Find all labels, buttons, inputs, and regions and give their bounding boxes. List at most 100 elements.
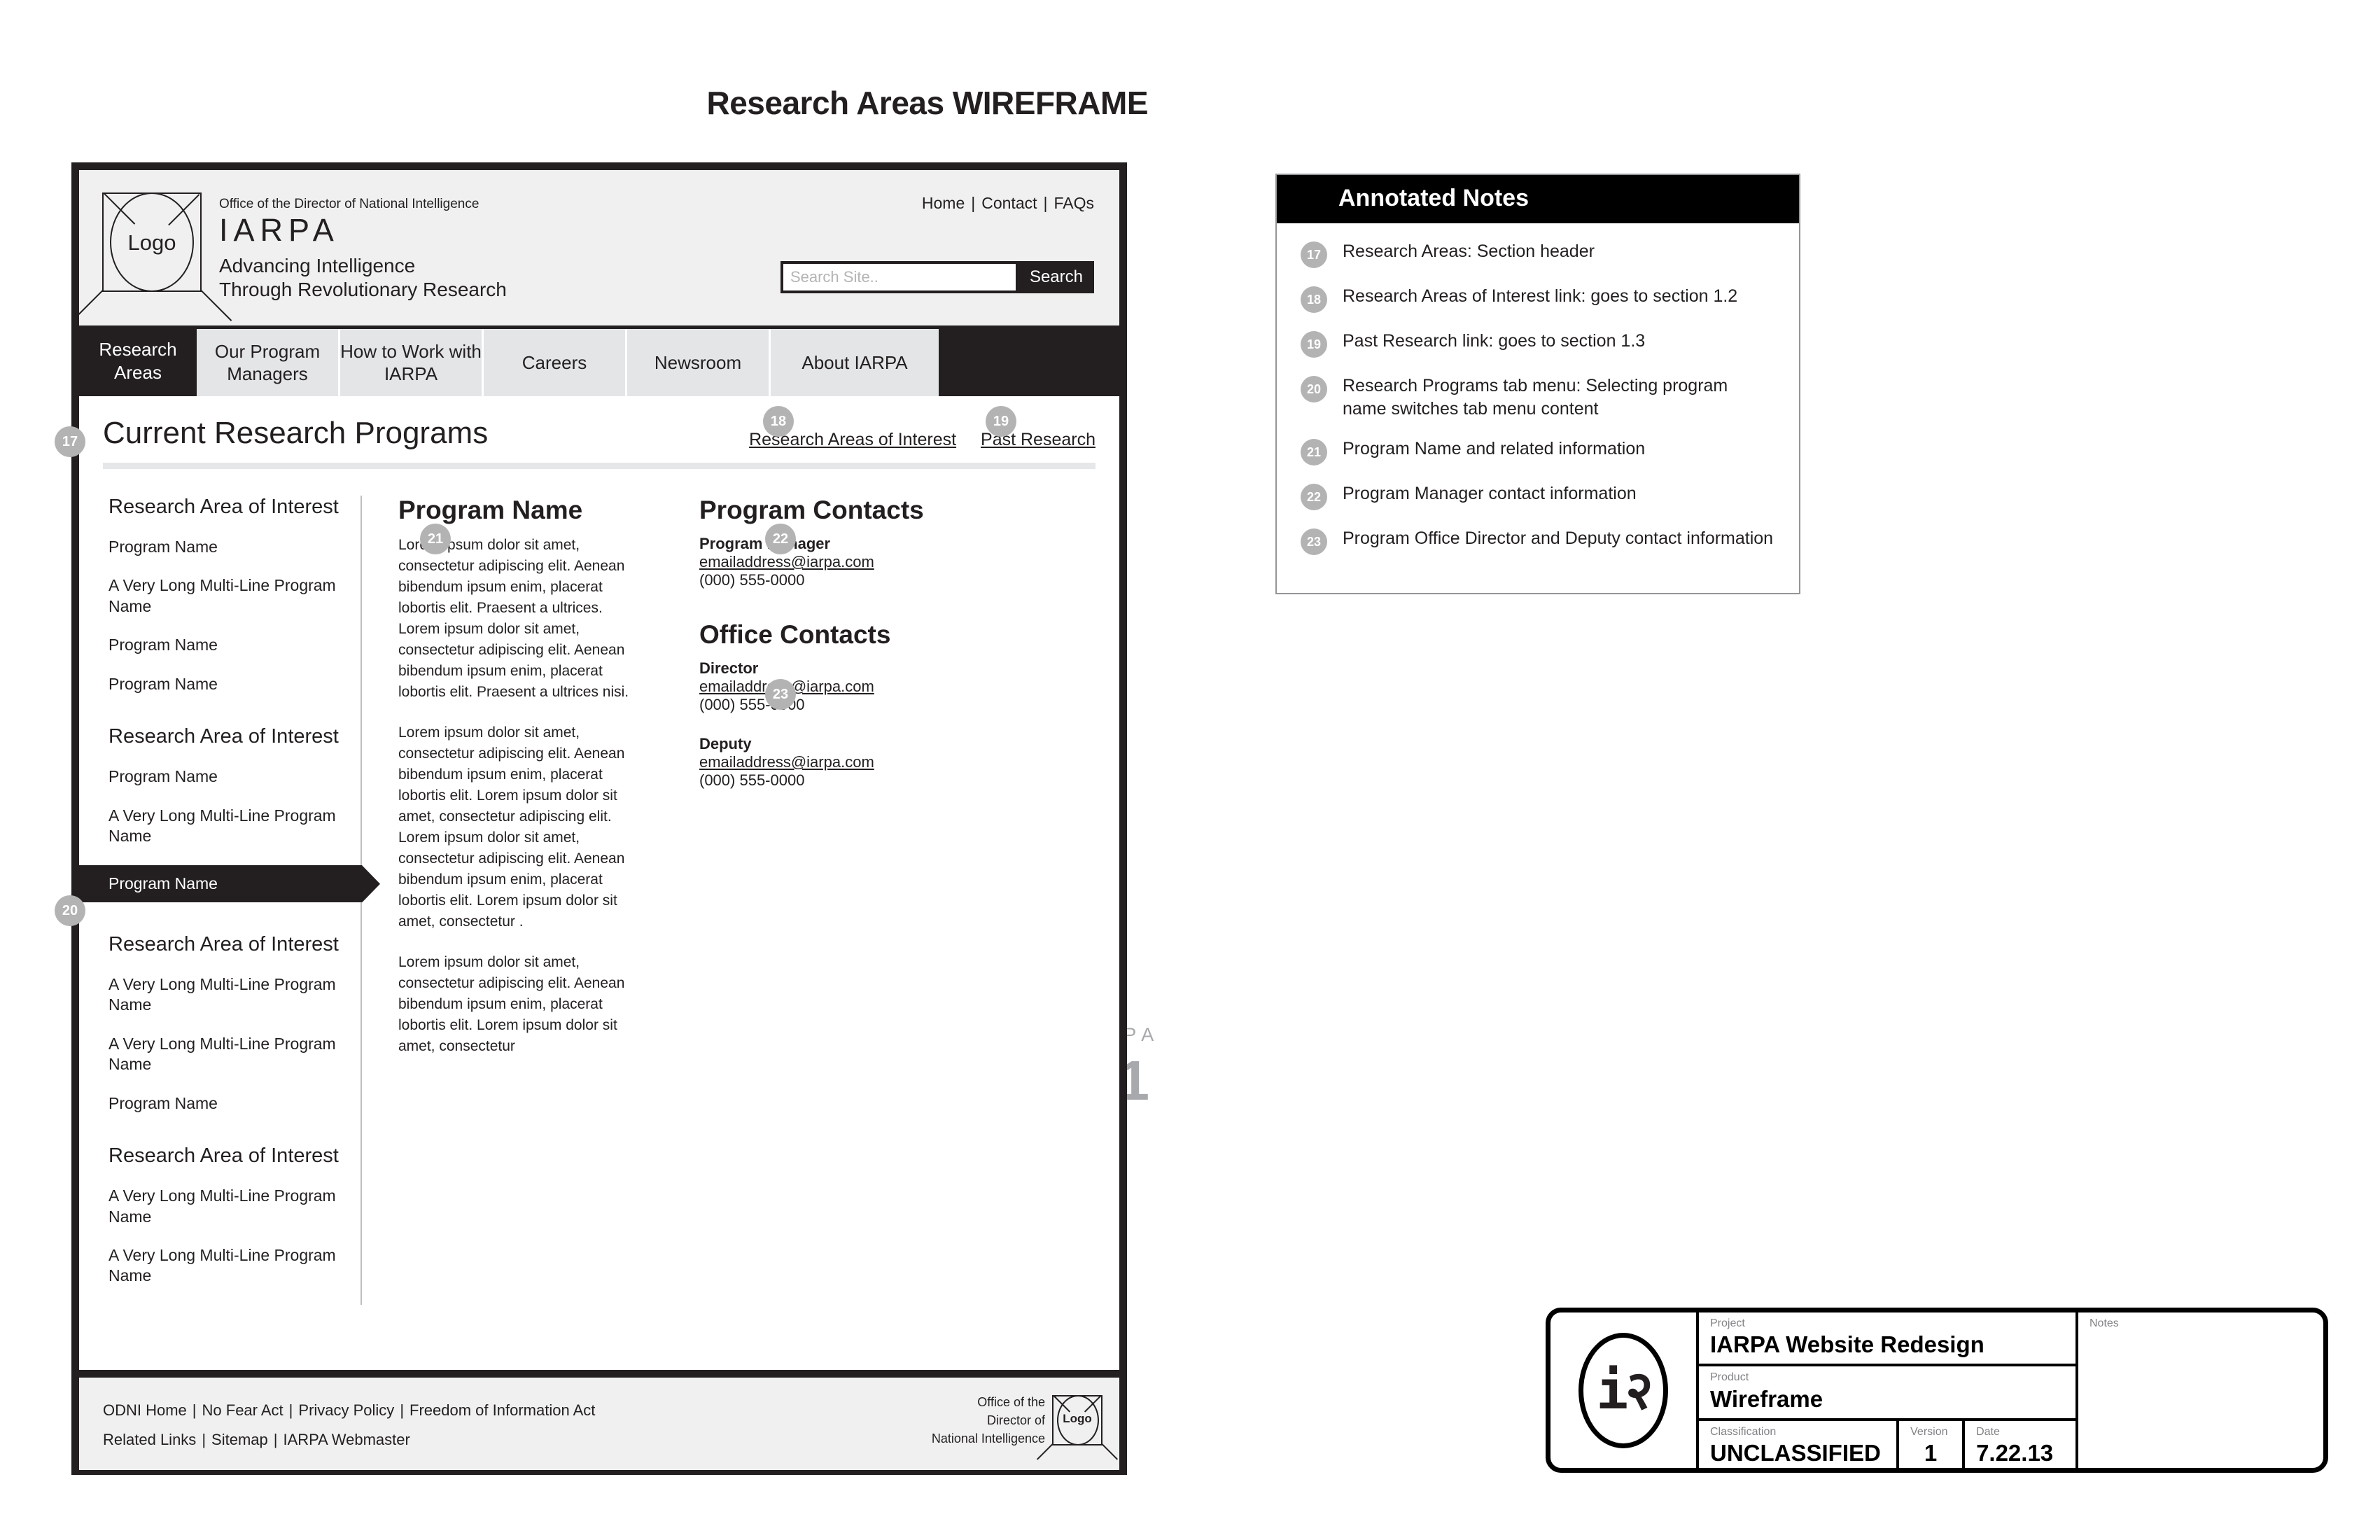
callout-23: 23: [765, 679, 796, 710]
sidebar-item-program[interactable]: Program Name: [108, 635, 352, 655]
contacts-column: Program Contacts Program Manager emailad…: [663, 496, 1055, 1305]
title-block-notes: Notes: [2078, 1312, 2323, 1468]
sidebar-item-program-selected[interactable]: Program Name: [79, 864, 380, 902]
date-value: 7.22.13: [1976, 1439, 2054, 1466]
footer-links-row2: Related Links | Sitemap | IARPA Webmaster: [103, 1425, 595, 1455]
contact-role: Program Manager: [699, 535, 831, 552]
footer-logo-placeholder: Logo: [1036, 1395, 1119, 1460]
footer-agency-text: Office of the Director of National Intel…: [932, 1393, 1045, 1448]
logo-diagonal-icon: [1101, 1443, 1119, 1460]
note-item: 19 Past Research link: goes to section 1…: [1301, 330, 1775, 358]
tab-newsroom[interactable]: Newsroom: [627, 329, 771, 396]
title-block-logo: i२: [1550, 1312, 1699, 1468]
callout-17: 17: [55, 426, 85, 457]
tab-how-to-work-with-iarpa[interactable]: How to Work with IARPA: [340, 329, 484, 396]
footer-agency: Office of the Director of National Intel…: [932, 1393, 1119, 1460]
sidebar-item-program-selected-label: Program Name: [108, 874, 218, 892]
program-paragraph: Lorem ipsum dolor sit amet, consectetur …: [398, 724, 625, 930]
footer-link-related-links[interactable]: Related Links: [103, 1431, 196, 1448]
contact-email-link[interactable]: emailaddress@iarpa.com: [699, 553, 1055, 571]
sidebar-item-program[interactable]: Program Name: [108, 674, 352, 694]
program-contacts-heading: Program Contacts: [699, 496, 924, 524]
site-logo-placeholder: Logo: [71, 192, 232, 321]
contact-phone: (000) 555-0000: [699, 571, 805, 589]
sidebar-item-program[interactable]: Program Name: [108, 537, 352, 557]
contact-email-link[interactable]: emailaddress@iarpa.com: [699, 678, 1055, 696]
title-block: i२ Project IARPA Website Redesign Produc…: [1546, 1308, 2328, 1473]
main-content: Current Research Programs Research Areas…: [79, 396, 1119, 1370]
site-logo-label: Logo: [127, 230, 176, 255]
footer-link-odni-home[interactable]: ODNI Home: [103, 1401, 187, 1419]
sidebar-item-program[interactable]: A Very Long Multi-Line Program Name: [108, 1245, 352, 1287]
note-number: 19: [1301, 331, 1327, 358]
sidebar-item-program[interactable]: Program Name: [108, 766, 352, 787]
sidebar-item-program[interactable]: Program Name: [108, 1093, 352, 1114]
note-item: 18 Research Areas of Interest link: goes…: [1301, 285, 1775, 313]
note-item: 21 Program Name and related information: [1301, 438, 1775, 465]
footer-separator: |: [273, 1430, 278, 1448]
note-item: 22 Program Manager contact information: [1301, 482, 1775, 510]
footer-link-sitemap[interactable]: Sitemap: [211, 1431, 268, 1448]
sidebar-group-heading: Research Area of Interest: [108, 932, 339, 955]
site-tagline: Advancing Intelligence Through Revolutio…: [219, 254, 507, 302]
program-paragraph: Lorem ipsum dolor sit amet, consectetur …: [398, 954, 625, 1055]
footer-link-iarpa-webmaster[interactable]: IARPA Webmaster: [283, 1431, 410, 1448]
sidebar-item-program[interactable]: A Very Long Multi-Line Program Name: [108, 1186, 352, 1227]
footer-link-foia[interactable]: Freedom of Information Act: [410, 1401, 595, 1419]
search-input[interactable]: Search Site..: [780, 261, 1018, 293]
tab-careers[interactable]: Careers: [484, 329, 627, 396]
search-row: Search Site.. Search: [780, 261, 1094, 293]
footer-separator: |: [400, 1401, 405, 1419]
note-number: 18: [1301, 286, 1327, 313]
version-value: 1: [1924, 1439, 1938, 1466]
sidebar-item-program[interactable]: A Very Long Multi-Line Program Name: [108, 974, 352, 1016]
note-text: Past Research link: goes to section 1.3: [1343, 331, 1646, 351]
note-text: Program Manager contact information: [1343, 484, 1637, 503]
callout-22: 22: [765, 524, 796, 554]
footer-agency-line1: Office of the: [977, 1395, 1045, 1409]
footer-link-no-fear-act[interactable]: No Fear Act: [202, 1401, 284, 1419]
iarpa-mark-glyph: i२: [1596, 1359, 1653, 1421]
content-columns: Research Area of Interest Program Name A…: [79, 496, 1119, 1305]
tab-research-areas[interactable]: Research Areas: [79, 326, 197, 396]
util-link-faqs[interactable]: FAQs: [1054, 194, 1094, 212]
sidebar-item-program[interactable]: A Very Long Multi-Line Program Name: [108, 575, 352, 617]
tab-about-iarpa[interactable]: About IARPA: [771, 329, 939, 396]
office-contacts-heading: Office Contacts: [699, 620, 891, 649]
logo-diagonal-icon: [71, 289, 104, 321]
note-text: Program Office Director and Deputy conta…: [1343, 528, 1774, 548]
footer-agency-line2: Director of: [986, 1413, 1045, 1428]
callout-20: 20: [55, 895, 85, 926]
footer-agency-line3: National Intelligence: [931, 1432, 1045, 1446]
contact-email-link[interactable]: emailaddress@iarpa.com: [699, 753, 1055, 771]
footer-logo-label: Logo: [1063, 1412, 1092, 1426]
contact-phone: (000) 555-0000: [699, 696, 805, 713]
note-text: Research Areas: Section header: [1343, 241, 1595, 261]
note-number: 21: [1301, 439, 1327, 465]
primary-nav: Research Areas Our Program Managers How …: [79, 326, 1119, 396]
note-text: Research Areas of Interest link: goes to…: [1343, 286, 1738, 306]
sidebar-group-heading: Research Area of Interest: [108, 496, 339, 518]
sidebar-item-program[interactable]: A Very Long Multi-Line Program Name: [108, 1034, 352, 1075]
callout-18: 18: [763, 406, 794, 437]
title-block-fields: Project IARPA Website Redesign Product W…: [1699, 1312, 2078, 1468]
util-link-contact[interactable]: Contact: [981, 194, 1037, 212]
classification-label: Classification: [1710, 1425, 1777, 1438]
contact-role: Director: [699, 659, 759, 677]
search-button[interactable]: Search: [1018, 261, 1094, 293]
footer-separator: |: [192, 1401, 197, 1419]
site-tagline-line2: Through Revolutionary Research: [219, 279, 507, 301]
sidebar-item-program[interactable]: A Very Long Multi-Line Program Name: [108, 806, 352, 847]
note-text: Program Name and related information: [1343, 439, 1646, 458]
note-item: 23 Program Office Director and Deputy co…: [1301, 527, 1775, 555]
project-value: IARPA Website Redesign: [1710, 1331, 1984, 1358]
notes-label: Notes: [2090, 1317, 2119, 1329]
footer-separator: |: [288, 1401, 293, 1419]
tab-our-program-managers[interactable]: Our Program Managers: [197, 329, 340, 396]
program-sidebar: Research Area of Interest Program Name A…: [79, 496, 380, 1305]
footer-link-privacy-policy[interactable]: Privacy Policy: [298, 1401, 394, 1419]
sidebar-group-heading: Research Area of Interest: [108, 725, 339, 748]
annotated-notes-title: Annotated Notes: [1277, 175, 1799, 223]
note-number: 23: [1301, 528, 1327, 555]
util-link-home[interactable]: Home: [922, 194, 965, 212]
